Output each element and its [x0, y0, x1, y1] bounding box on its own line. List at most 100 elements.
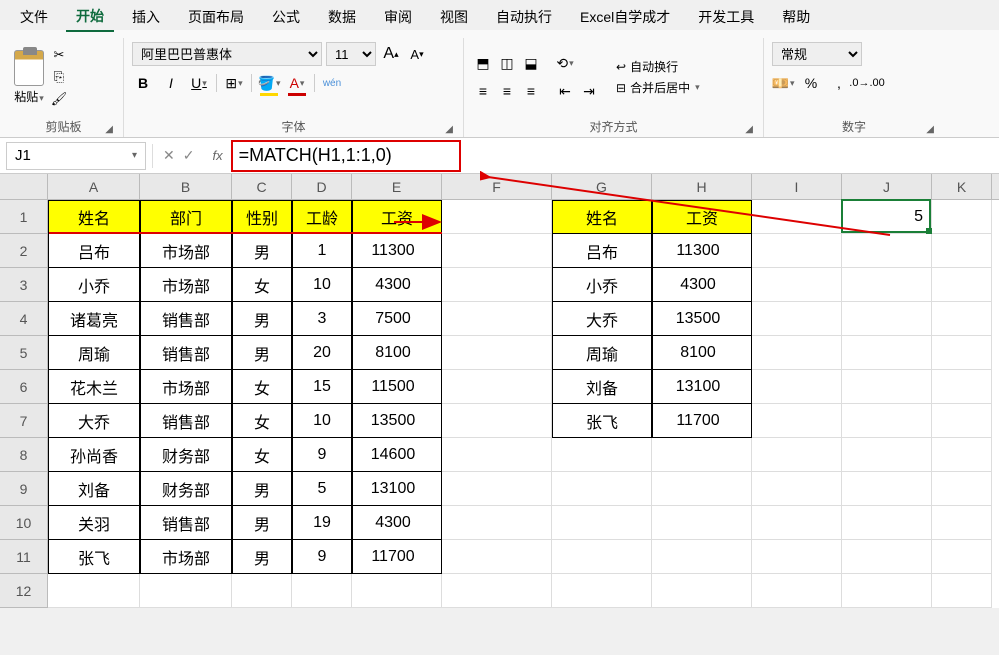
cell-C11[interactable]: 男 [232, 540, 292, 574]
cell-G3[interactable]: 小乔 [552, 268, 652, 302]
cell-H11[interactable] [652, 540, 752, 574]
cell-E10[interactable]: 4300 [352, 506, 442, 540]
cell-D1[interactable]: 工龄 [292, 200, 352, 234]
cell-J2[interactable] [842, 234, 932, 268]
cell-H6[interactable]: 13100 [652, 370, 752, 404]
menu-item-5[interactable]: 数据 [318, 3, 366, 31]
cancel-formula-icon[interactable]: ✕ [163, 147, 175, 164]
row-header-1[interactable]: 1 [0, 200, 48, 234]
row-header-4[interactable]: 4 [0, 302, 48, 336]
row-header-11[interactable]: 11 [0, 540, 48, 574]
menu-item-7[interactable]: 视图 [430, 3, 478, 31]
cell-I3[interactable] [752, 268, 842, 302]
cell-J4[interactable] [842, 302, 932, 336]
number-format-select[interactable]: 常规 [772, 42, 862, 66]
decrease-indent-icon[interactable]: ⇤ [554, 80, 576, 102]
cell-H2[interactable]: 11300 [652, 234, 752, 268]
cell-I6[interactable] [752, 370, 842, 404]
cell-B3[interactable]: 市场部 [140, 268, 232, 302]
cell-E3[interactable]: 4300 [352, 268, 442, 302]
align-top-icon[interactable]: ⬒ [472, 52, 494, 74]
cell-K11[interactable] [932, 540, 992, 574]
cell-J10[interactable] [842, 506, 932, 540]
cell-D11[interactable]: 9 [292, 540, 352, 574]
cell-C12[interactable] [232, 574, 292, 608]
cell-E11[interactable]: 11700 [352, 540, 442, 574]
row-header-9[interactable]: 9 [0, 472, 48, 506]
menu-item-3[interactable]: 页面布局 [178, 3, 254, 31]
cell-J9[interactable] [842, 472, 932, 506]
paste-button[interactable]: 粘贴▾ [12, 48, 46, 107]
cell-K6[interactable] [932, 370, 992, 404]
row-header-5[interactable]: 5 [0, 336, 48, 370]
cell-H1[interactable]: 工资 [652, 200, 752, 234]
increase-decimal-icon[interactable]: .0→.00 [856, 72, 878, 94]
format-painter-icon[interactable]: 🖌 [50, 90, 68, 108]
formula-input[interactable]: =MATCH(H1,1:1,0) [231, 140, 999, 172]
cell-H4[interactable]: 13500 [652, 302, 752, 336]
menu-item-11[interactable]: 帮助 [772, 3, 820, 31]
orientation-icon[interactable]: ⟲▾ [554, 52, 576, 74]
align-left-icon[interactable]: ≡ [472, 80, 494, 102]
cell-B8[interactable]: 财务部 [140, 438, 232, 472]
fx-icon[interactable]: fx [204, 148, 230, 163]
cell-I1[interactable] [752, 200, 842, 234]
cell-I11[interactable] [752, 540, 842, 574]
cell-A2[interactable]: 吕布 [48, 234, 140, 268]
cell-G2[interactable]: 吕布 [552, 234, 652, 268]
menu-item-2[interactable]: 插入 [122, 3, 170, 31]
row-header-10[interactable]: 10 [0, 506, 48, 540]
cell-F4[interactable] [442, 302, 552, 336]
cell-F2[interactable] [442, 234, 552, 268]
cell-D6[interactable]: 15 [292, 370, 352, 404]
col-header-B[interactable]: B [140, 174, 232, 199]
cell-D12[interactable] [292, 574, 352, 608]
increase-font-icon[interactable]: A▴ [380, 43, 402, 65]
cell-J7[interactable] [842, 404, 932, 438]
col-header-A[interactable]: A [48, 174, 140, 199]
col-header-I[interactable]: I [752, 174, 842, 199]
col-header-J[interactable]: J [842, 174, 932, 199]
cell-F8[interactable] [442, 438, 552, 472]
wrap-text-button[interactable]: ↩自动换行 [616, 58, 700, 75]
cell-D10[interactable]: 19 [292, 506, 352, 540]
underline-button[interactable]: U▾ [188, 72, 210, 94]
cell-G9[interactable] [552, 472, 652, 506]
copy-icon[interactable]: ⎘ [50, 68, 68, 86]
cell-F9[interactable] [442, 472, 552, 506]
decrease-font-icon[interactable]: A▾ [406, 43, 428, 65]
cell-F1[interactable] [442, 200, 552, 234]
cell-A10[interactable]: 关羽 [48, 506, 140, 540]
cell-K2[interactable] [932, 234, 992, 268]
cell-D4[interactable]: 3 [292, 302, 352, 336]
cell-I10[interactable] [752, 506, 842, 540]
cell-H3[interactable]: 4300 [652, 268, 752, 302]
row-header-7[interactable]: 7 [0, 404, 48, 438]
cell-B6[interactable]: 市场部 [140, 370, 232, 404]
cell-B2[interactable]: 市场部 [140, 234, 232, 268]
cell-I4[interactable] [752, 302, 842, 336]
cell-F3[interactable] [442, 268, 552, 302]
row-header-8[interactable]: 8 [0, 438, 48, 472]
cell-I9[interactable] [752, 472, 842, 506]
cell-A3[interactable]: 小乔 [48, 268, 140, 302]
cell-E7[interactable]: 13500 [352, 404, 442, 438]
cell-G6[interactable]: 刘备 [552, 370, 652, 404]
cell-J1[interactable]: 5 [842, 200, 932, 234]
cell-I12[interactable] [752, 574, 842, 608]
cell-A5[interactable]: 周瑜 [48, 336, 140, 370]
cell-A8[interactable]: 孙尚香 [48, 438, 140, 472]
cell-A11[interactable]: 张飞 [48, 540, 140, 574]
cell-A9[interactable]: 刘备 [48, 472, 140, 506]
fill-color-button[interactable]: 🪣▾ [258, 72, 280, 94]
cut-icon[interactable]: ✂ [50, 46, 68, 64]
cell-A1[interactable]: 姓名 [48, 200, 140, 234]
align-bottom-icon[interactable]: ⬓ [520, 52, 542, 74]
menu-item-10[interactable]: 开发工具 [688, 3, 764, 31]
increase-indent-icon[interactable]: ⇥ [578, 80, 600, 102]
menu-item-9[interactable]: Excel自学成才 [570, 3, 680, 31]
cell-J5[interactable] [842, 336, 932, 370]
cell-K12[interactable] [932, 574, 992, 608]
col-header-C[interactable]: C [232, 174, 292, 199]
cell-K5[interactable] [932, 336, 992, 370]
